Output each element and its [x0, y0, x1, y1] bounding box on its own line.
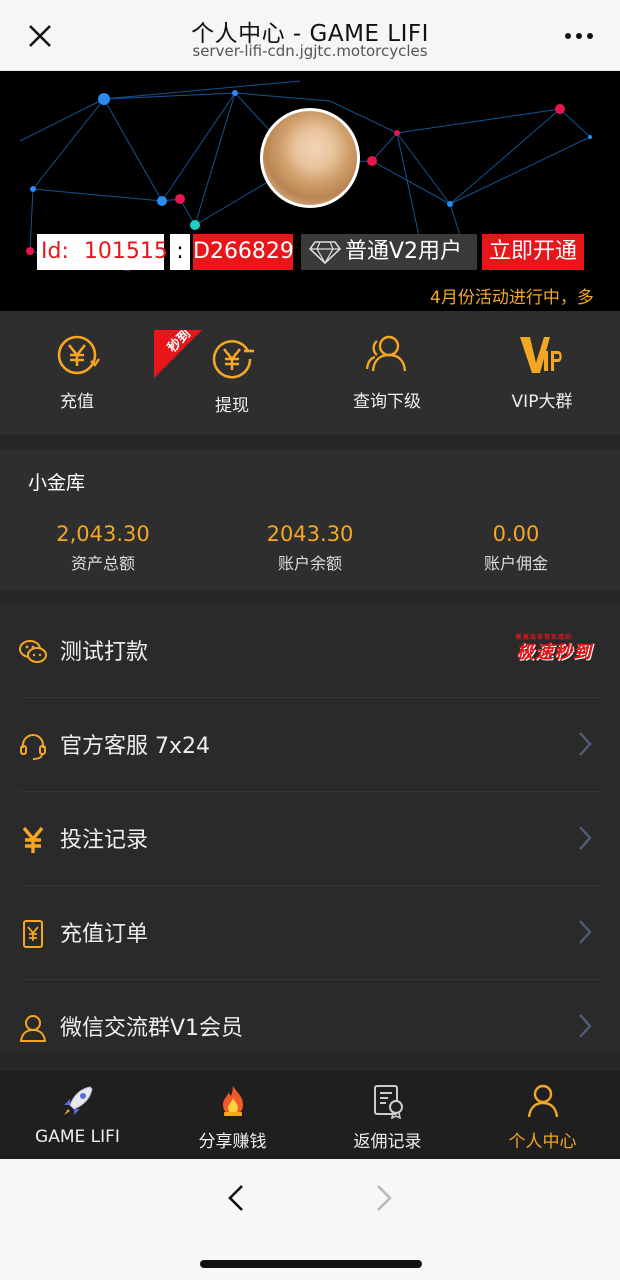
menu-item-label: 测试打款: [60, 640, 149, 665]
menu-item-support[interactable]: 官方客服 7x24: [0, 698, 620, 792]
menu-item-label: 官方客服 7x24: [60, 734, 211, 759]
chevron-right-icon: [579, 826, 592, 850]
order-icon: [23, 920, 43, 948]
chevron-right-icon: [579, 920, 592, 944]
person-icon: [527, 1084, 558, 1118]
withdraw-label: 提现: [215, 396, 249, 416]
yen-recharge-icon: [57, 335, 100, 375]
yen-icon: [22, 826, 44, 853]
menu-item-test-payment[interactable]: 测试打款 新推出非常实用的 极速秒到: [0, 604, 620, 698]
subordinates-label: 查询下级: [353, 392, 421, 412]
user-outline-icon: [19, 1015, 47, 1042]
recharge-label: 充值: [60, 392, 94, 412]
page-url: server-lifi-cdn.jgjtc.motorcycles: [192, 42, 428, 60]
tab-game-lifi[interactable]: GAME LIFI: [0, 1083, 155, 1147]
separator: :: [170, 234, 190, 270]
user-level-label: 普通V2用户: [345, 239, 463, 264]
vip-group-action[interactable]: VIP大群: [477, 331, 607, 412]
total-assets-value: 2,043.30: [56, 522, 150, 546]
profile-header: Id: 101515 : D266829 普通V2用户 立即开通 4月份活动进行…: [0, 71, 620, 311]
tab-label: 个人中心: [508, 1132, 577, 1152]
invite-code: D266829: [193, 234, 294, 270]
menu-item-wechat-group[interactable]: 微信交流群V1会员: [0, 980, 620, 1074]
wechat-icon: [19, 640, 47, 663]
tab-personal-center[interactable]: 个人中心: [465, 1083, 620, 1152]
headset-icon: [20, 734, 46, 760]
account-commission-value: 0.00: [492, 522, 540, 546]
tab-label: 返佣记录: [353, 1132, 422, 1152]
menu-item-label: 微信交流群V1会员: [60, 1016, 244, 1041]
total-assets: 2,043.30 资产总额: [3, 522, 203, 574]
instant-payout-badge: 新推出非常实用的 极速秒到: [516, 634, 592, 664]
vault-title: 小金库: [28, 472, 86, 494]
user-id-value: 101515: [83, 239, 168, 264]
vip-group-label: VIP大群: [511, 392, 573, 412]
browser-navigation: [0, 1159, 620, 1280]
home-indicator[interactable]: [200, 1260, 422, 1268]
menu-item-bet-records[interactable]: 投注记录: [0, 792, 620, 886]
account-commission-label: 账户佣金: [483, 554, 548, 573]
rocket-icon: [63, 1086, 93, 1115]
quick-actions: 充值 提现 查询下级 VIP大群: [0, 311, 620, 435]
user-level: 普通V2用户: [301, 234, 477, 270]
more-icon[interactable]: [564, 28, 594, 44]
account-balance-value: 2043.30: [266, 522, 354, 546]
subordinates-action[interactable]: 查询下级: [322, 331, 452, 412]
tab-share-earn[interactable]: 分享赚钱: [155, 1083, 310, 1152]
bottom-tab-bar: GAME LIFI 分享赚钱 返佣记录 个人中心: [0, 1071, 620, 1159]
profile-badges: Id: 101515 : D266829 普通V2用户 立即开通: [0, 234, 620, 272]
account-commission: 0.00 账户佣金: [416, 522, 616, 574]
browser-header: 个人中心 - GAME LIFI server-lifi-cdn.jgjtc.m…: [0, 0, 620, 71]
user-id-label: Id:: [41, 239, 69, 264]
recharge-action[interactable]: 充值: [12, 331, 142, 412]
chevron-right-icon: [579, 1014, 592, 1038]
forward-arrow-icon[interactable]: [374, 1183, 394, 1213]
diamond-icon: [309, 241, 341, 264]
account-balance-label: 账户余额: [277, 554, 342, 573]
account-balance: 2043.30 账户余额: [210, 522, 410, 574]
instant-tag: 秒到: [154, 330, 202, 378]
menu-list: 测试打款 新推出非常实用的 极速秒到 官方客服 7x24 投注记录 充值订单 微…: [0, 604, 620, 1052]
users-icon: [365, 335, 407, 372]
avatar[interactable]: [260, 108, 360, 208]
total-assets-label: 资产总额: [70, 554, 135, 573]
instant-payout-text: 极速秒到: [516, 642, 592, 663]
user-id: Id: 101515: [37, 234, 168, 270]
instant-payout-note: 新推出非常实用的: [516, 634, 573, 641]
back-arrow-icon[interactable]: [226, 1183, 246, 1213]
certificate-icon: [373, 1085, 403, 1119]
tab-label: GAME LIFI: [35, 1127, 120, 1147]
menu-item-recharge-orders[interactable]: 充值订单: [0, 886, 620, 980]
fire-icon: [222, 1086, 243, 1116]
menu-item-label: 投注记录: [60, 828, 149, 853]
tab-rebate-records[interactable]: 返佣记录: [310, 1083, 465, 1152]
menu-item-label: 充值订单: [60, 922, 149, 947]
vault-panel: 小金库 2,043.30 资产总额 2043.30 账户余额 0.00 账户佣金: [0, 450, 620, 590]
yen-withdraw-icon: [212, 339, 254, 379]
chevron-right-icon: [579, 732, 592, 756]
activate-button[interactable]: 立即开通: [482, 234, 584, 270]
vip-icon: [520, 337, 562, 373]
tab-label: 分享赚钱: [198, 1132, 267, 1152]
announcement-marquee[interactable]: 4月份活动进行中，多: [430, 283, 594, 308]
